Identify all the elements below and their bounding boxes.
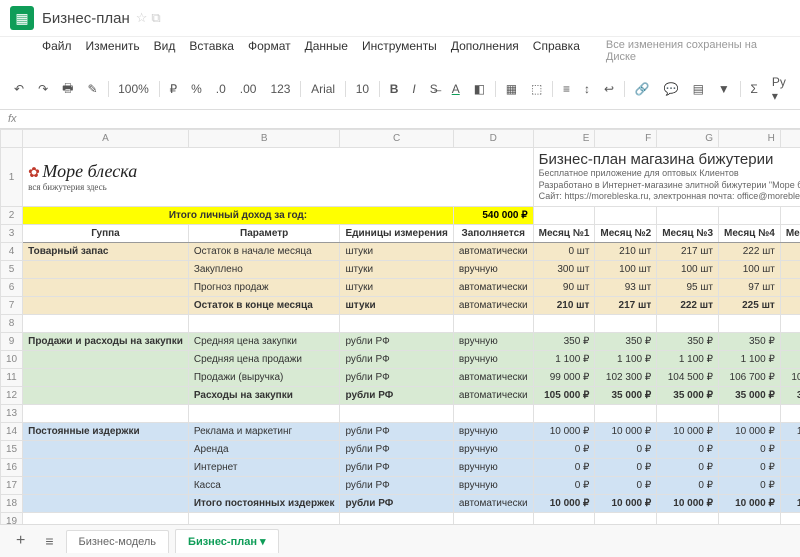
sheet-tabs: + ≡ Бизнес-модель Бизнес-план ▾	[0, 524, 800, 557]
format-more[interactable]: 123	[266, 80, 294, 98]
star-icon[interactable]: ☆	[136, 10, 148, 26]
menu-edit[interactable]: Изменить	[86, 39, 140, 63]
font-size[interactable]: 10	[352, 80, 373, 98]
comment-icon[interactable]: 💬	[660, 80, 683, 98]
font-select[interactable]: Arial	[307, 80, 339, 98]
sheet-grid[interactable]: ABCDEFGHIJKLM1✿ Море блескався бижутерия…	[0, 129, 800, 536]
print-icon[interactable]: 🖶	[58, 77, 77, 102]
menu-addons[interactable]: Дополнения	[451, 39, 519, 63]
paint-icon[interactable]: ✎	[83, 80, 101, 98]
undo-icon[interactable]: ↶	[10, 80, 28, 98]
menu-help[interactable]: Справка	[533, 39, 580, 63]
formula-input[interactable]	[27, 113, 792, 125]
menu-insert[interactable]: Вставка	[189, 39, 234, 63]
dec-dec-icon[interactable]: .0	[212, 80, 230, 98]
menu-tools[interactable]: Инструменты	[362, 39, 437, 63]
tab-plan[interactable]: Бизнес-план ▾	[175, 529, 279, 553]
menu-file[interactable]: Файл	[42, 39, 72, 63]
currency-icon[interactable]: ₽	[165, 80, 181, 98]
redo-icon[interactable]: ↷	[34, 80, 52, 98]
menu-format[interactable]: Формат	[248, 39, 291, 63]
strike-icon[interactable]: S̶	[426, 80, 442, 98]
valign-icon[interactable]: ↕	[580, 80, 594, 98]
move-icon[interactable]: ⧉	[151, 10, 160, 26]
italic-icon[interactable]: I	[408, 80, 419, 98]
menu-bar: Файл Изменить Вид Вставка Формат Данные …	[0, 37, 800, 69]
toolbar: ↶ ↷ 🖶 ✎ 100% ₽ % .0 .00 123 Arial 10 B I…	[0, 69, 800, 110]
all-sheets-icon[interactable]: ≡	[39, 533, 59, 549]
title-bar: ▦ Бизнес-план ☆ ⧉	[0, 0, 800, 37]
chart-icon[interactable]: ▤	[689, 80, 708, 98]
merge-icon[interactable]: ⬚	[527, 80, 546, 98]
menu-view[interactable]: Вид	[154, 39, 176, 63]
fx-label: fx	[8, 113, 17, 125]
bold-icon[interactable]: B	[386, 80, 403, 98]
doc-title[interactable]: Бизнес-план	[42, 10, 130, 27]
formula-bar: fx	[0, 110, 800, 129]
lang-icon[interactable]: Ру ▾	[768, 73, 790, 105]
add-sheet-icon[interactable]: +	[8, 532, 33, 550]
menu-data[interactable]: Данные	[305, 39, 348, 63]
wrap-icon[interactable]: ↩	[600, 80, 618, 98]
filter-icon[interactable]: ▼	[714, 80, 734, 98]
percent-icon[interactable]: %	[187, 80, 206, 98]
fill-color-icon[interactable]: ◧	[470, 80, 489, 98]
text-color-icon[interactable]: A	[448, 80, 464, 98]
link-icon[interactable]: 🔗	[631, 80, 654, 98]
borders-icon[interactable]: ▦	[502, 80, 521, 98]
zoom-select[interactable]: 100%	[114, 80, 153, 98]
inc-dec-icon[interactable]: .00	[236, 80, 261, 98]
tab-model[interactable]: Бизнес-модель	[66, 530, 170, 553]
halign-icon[interactable]: ≡	[559, 80, 574, 98]
sheets-logo-icon: ▦	[10, 6, 34, 30]
save-status: Все изменения сохранены на Диске	[606, 39, 790, 63]
functions-icon[interactable]: Σ	[746, 80, 761, 98]
